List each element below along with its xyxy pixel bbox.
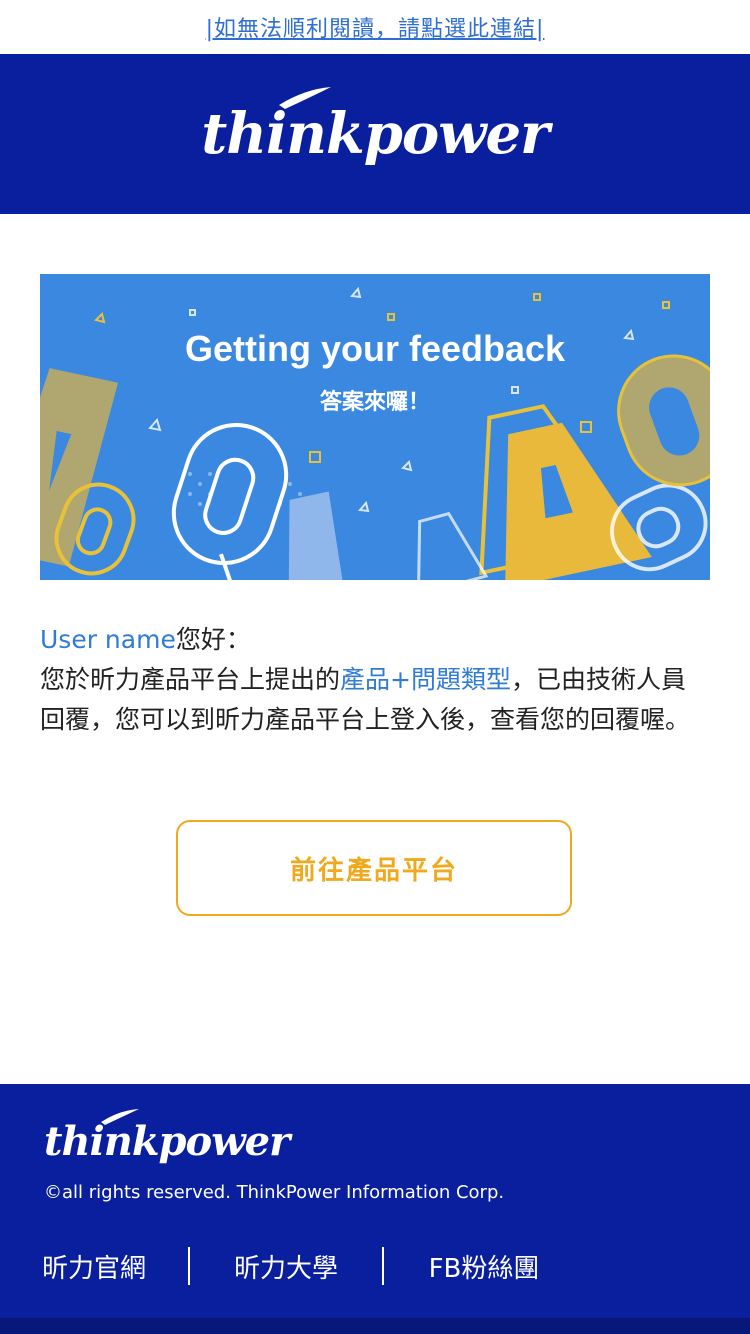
copyright: ©all rights reserved. ThinkPower Informa… xyxy=(44,1182,505,1203)
user-name: User name xyxy=(40,625,176,654)
feedback-banner: Getting your feedback 答案來囉！ xyxy=(40,274,710,580)
footer-logo-text: thinkpower xyxy=(44,1118,290,1165)
letter-a-small xyxy=(416,511,489,580)
logo-text: thinkpower xyxy=(201,101,549,167)
qa-decoration-graphic xyxy=(40,286,710,580)
banner-title: Getting your feedback xyxy=(184,328,566,369)
logo-swoosh-icon xyxy=(279,87,332,109)
footer: thinkpower ©all rights reserved. ThinkPo… xyxy=(0,1084,750,1334)
go-to-platform-button[interactable]: 前往產品平台 xyxy=(176,820,572,916)
footer-link-fb-fanpage[interactable]: FB粉絲團 xyxy=(384,1248,584,1285)
footer-logo-swoosh-icon xyxy=(101,1109,139,1125)
footer-bottom-strip xyxy=(0,1318,750,1334)
product-issue-type: 產品+問題類型 xyxy=(340,665,511,694)
top-bar: |如無法順利閱讀，請點選此連結| xyxy=(0,0,750,54)
header: thinkpower xyxy=(0,54,750,214)
message-body: User name您好： 您於昕力產品平台上提出的產品+問題類型，已由技術人員回… xyxy=(40,620,710,740)
letter-q-white xyxy=(171,422,289,580)
banner-subtitle: 答案來囉！ xyxy=(319,390,430,415)
footer-links: 昕力官網 昕力大學 FB粉絲團 xyxy=(0,1246,750,1286)
greeting: 您好： xyxy=(175,625,251,654)
footer-link-university[interactable]: 昕力大學 xyxy=(190,1248,382,1285)
footer-link-official-site[interactable]: 昕力官網 xyxy=(0,1248,188,1285)
view-online-link[interactable]: |如無法順利閱讀，請點選此連結| xyxy=(206,11,545,43)
footer-logo: thinkpower xyxy=(44,1109,290,1165)
brand-logo: thinkpower xyxy=(201,87,550,167)
message-prefix: 您於昕力產品平台上提出的 xyxy=(40,665,341,694)
